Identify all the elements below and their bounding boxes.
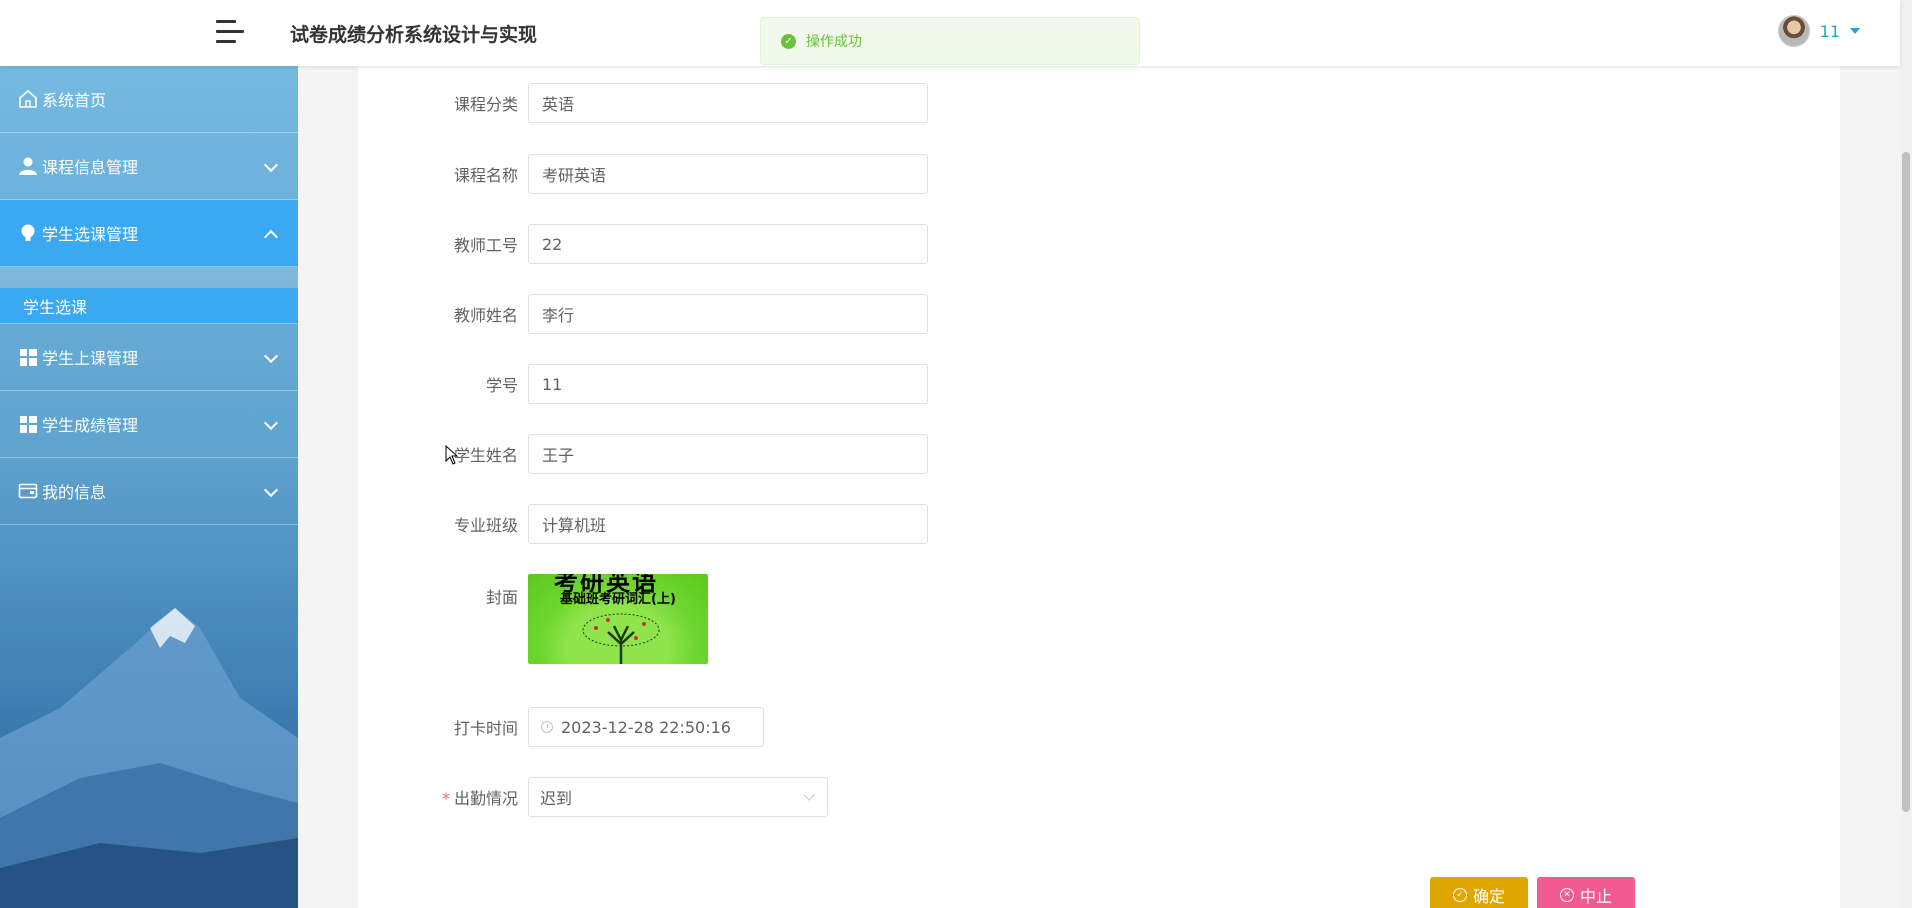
user-name[interactable]: 11 <box>1820 22 1840 41</box>
sidebar-item-label: 我的信息 <box>42 483 107 502</box>
chevron-down-icon <box>263 348 279 364</box>
wallet-icon <box>18 481 38 501</box>
field-label: 专业班级 <box>453 516 518 535</box>
check-circle-icon: ✓ <box>1452 888 1467 902</box>
grid-icon <box>18 414 38 434</box>
required-mark: * <box>441 789 450 808</box>
app-title: 试卷成绩分析系统设计与实现 <box>290 24 538 46</box>
menu-toggle-icon[interactable] <box>216 20 244 44</box>
sidebar-subitem-student-course-selection[interactable]: 学生选课 <box>0 288 298 324</box>
home-icon <box>18 89 38 109</box>
sidebar-item-label: 学生选课管理 <box>42 225 139 244</box>
sidebar-item-label: 学生成绩管理 <box>42 416 139 435</box>
teacher-id-input[interactable]: 22 <box>528 224 928 264</box>
mouse-cursor-icon <box>445 445 459 465</box>
submenu-divider <box>0 267 298 288</box>
field-label: 教师姓名 <box>453 306 518 325</box>
attendance-value: 迟到 <box>540 789 573 808</box>
form-row-teacher-name: 教师姓名 李行 <box>358 294 928 334</box>
cover-image[interactable]: 考研英语 基础班考研词汇(上) <box>528 574 708 664</box>
cover-subtitle: 基础班考研词汇(上) <box>560 592 676 607</box>
form-row-course-category: 课程分类 英语 <box>358 83 928 123</box>
form-row-teacher-id: 教师工号 22 <box>358 224 928 264</box>
field-label: 学生姓名 <box>453 446 518 465</box>
chevron-down-icon <box>263 157 279 173</box>
clock-icon <box>541 721 553 733</box>
mountain-background <box>0 608 298 908</box>
form-row-attendance: * 出勤情况 迟到 <box>358 777 828 817</box>
sidebar-item-label: 课程信息管理 <box>42 158 139 177</box>
field-label: 课程名称 <box>453 166 518 185</box>
attendance-select[interactable]: 迟到 <box>528 777 828 817</box>
sidebar-item-course-info[interactable]: 课程信息管理 <box>0 133 298 200</box>
scrollbar-thumb[interactable] <box>1902 152 1910 812</box>
field-label: 学号 <box>485 376 518 395</box>
form-row-course-name: 课程名称 考研英语 <box>358 154 928 194</box>
sidebar-item-my-info[interactable]: 我的信息 <box>0 458 298 525</box>
form-row-checkin-time: 打卡时间 2023-12-28 22:50:16 <box>358 707 764 747</box>
caret-down-icon[interactable] <box>1850 28 1860 34</box>
user-icon <box>18 156 38 176</box>
field-label: 打卡时间 <box>453 719 518 738</box>
stop-label: 中止 <box>1579 889 1612 906</box>
field-label: 教师工号 <box>453 236 518 255</box>
student-id-input[interactable]: 11 <box>528 364 928 404</box>
grid-icon <box>18 347 38 367</box>
avatar[interactable] <box>1777 15 1810 47</box>
chevron-down-icon <box>263 415 279 431</box>
form-row-major-class: 专业班级 计算机班 <box>358 504 928 544</box>
course-name-input[interactable]: 考研英语 <box>528 154 928 194</box>
course-category-input[interactable]: 英语 <box>528 83 928 123</box>
chevron-down-icon <box>263 482 279 498</box>
sidebar: 系统首页 课程信息管理 学生选课管理 学生选课 学生上课管理 学生成绩管理 我的… <box>0 66 298 908</box>
toast-message: 操作成功 <box>806 34 862 50</box>
major-class-input[interactable]: 计算机班 <box>528 504 928 544</box>
bulb-icon <box>18 223 38 243</box>
form-row-cover: 封面 考研英语 基础班考研词汇(上) <box>358 574 708 664</box>
chevron-up-icon <box>263 229 279 245</box>
page-scrollbar[interactable] <box>1900 0 1912 908</box>
sidebar-item-label: 系统首页 <box>42 91 107 110</box>
main-content: 课程分类 英语 课程名称 考研英语 教师工号 22 教师姓名 李行 学号 11 … <box>358 66 1840 908</box>
sidebar-item-home[interactable]: 系统首页 <box>0 66 298 133</box>
sidebar-item-course-selection[interactable]: 学生选课管理 <box>0 200 298 267</box>
chevron-down-icon <box>803 789 815 801</box>
sidebar-item-scores[interactable]: 学生成绩管理 <box>0 391 298 458</box>
confirm-button[interactable]: ✓ 确定 <box>1430 877 1528 908</box>
check-circle-icon: ✓ <box>781 33 796 49</box>
stop-button[interactable]: ✕ 中止 <box>1537 877 1635 908</box>
close-circle-icon: ✕ <box>1559 888 1574 902</box>
field-label: 课程分类 <box>453 95 518 114</box>
confirm-label: 确定 <box>1472 889 1505 906</box>
teacher-name-input[interactable]: 李行 <box>528 294 928 334</box>
form-row-student-id: 学号 11 <box>358 364 928 404</box>
success-toast: ✓ 操作成功 <box>760 17 1140 65</box>
attendance-label: 出勤情况 <box>453 789 518 808</box>
checkin-time-picker[interactable]: 2023-12-28 22:50:16 <box>528 707 764 747</box>
field-label: 封面 <box>485 588 518 607</box>
sidebar-item-label: 学生上课管理 <box>42 349 139 368</box>
form-row-student-name: 学生姓名 王子 <box>358 434 928 474</box>
tree-illustration <box>582 613 660 664</box>
sidebar-item-attendance[interactable]: 学生上课管理 <box>0 324 298 391</box>
checkin-time-value: 2023-12-28 22:50:16 <box>561 717 731 737</box>
user-menu[interactable]: 11 <box>1777 15 1860 47</box>
field-label: * 出勤情况 <box>358 785 528 809</box>
student-name-input[interactable]: 王子 <box>528 434 928 474</box>
